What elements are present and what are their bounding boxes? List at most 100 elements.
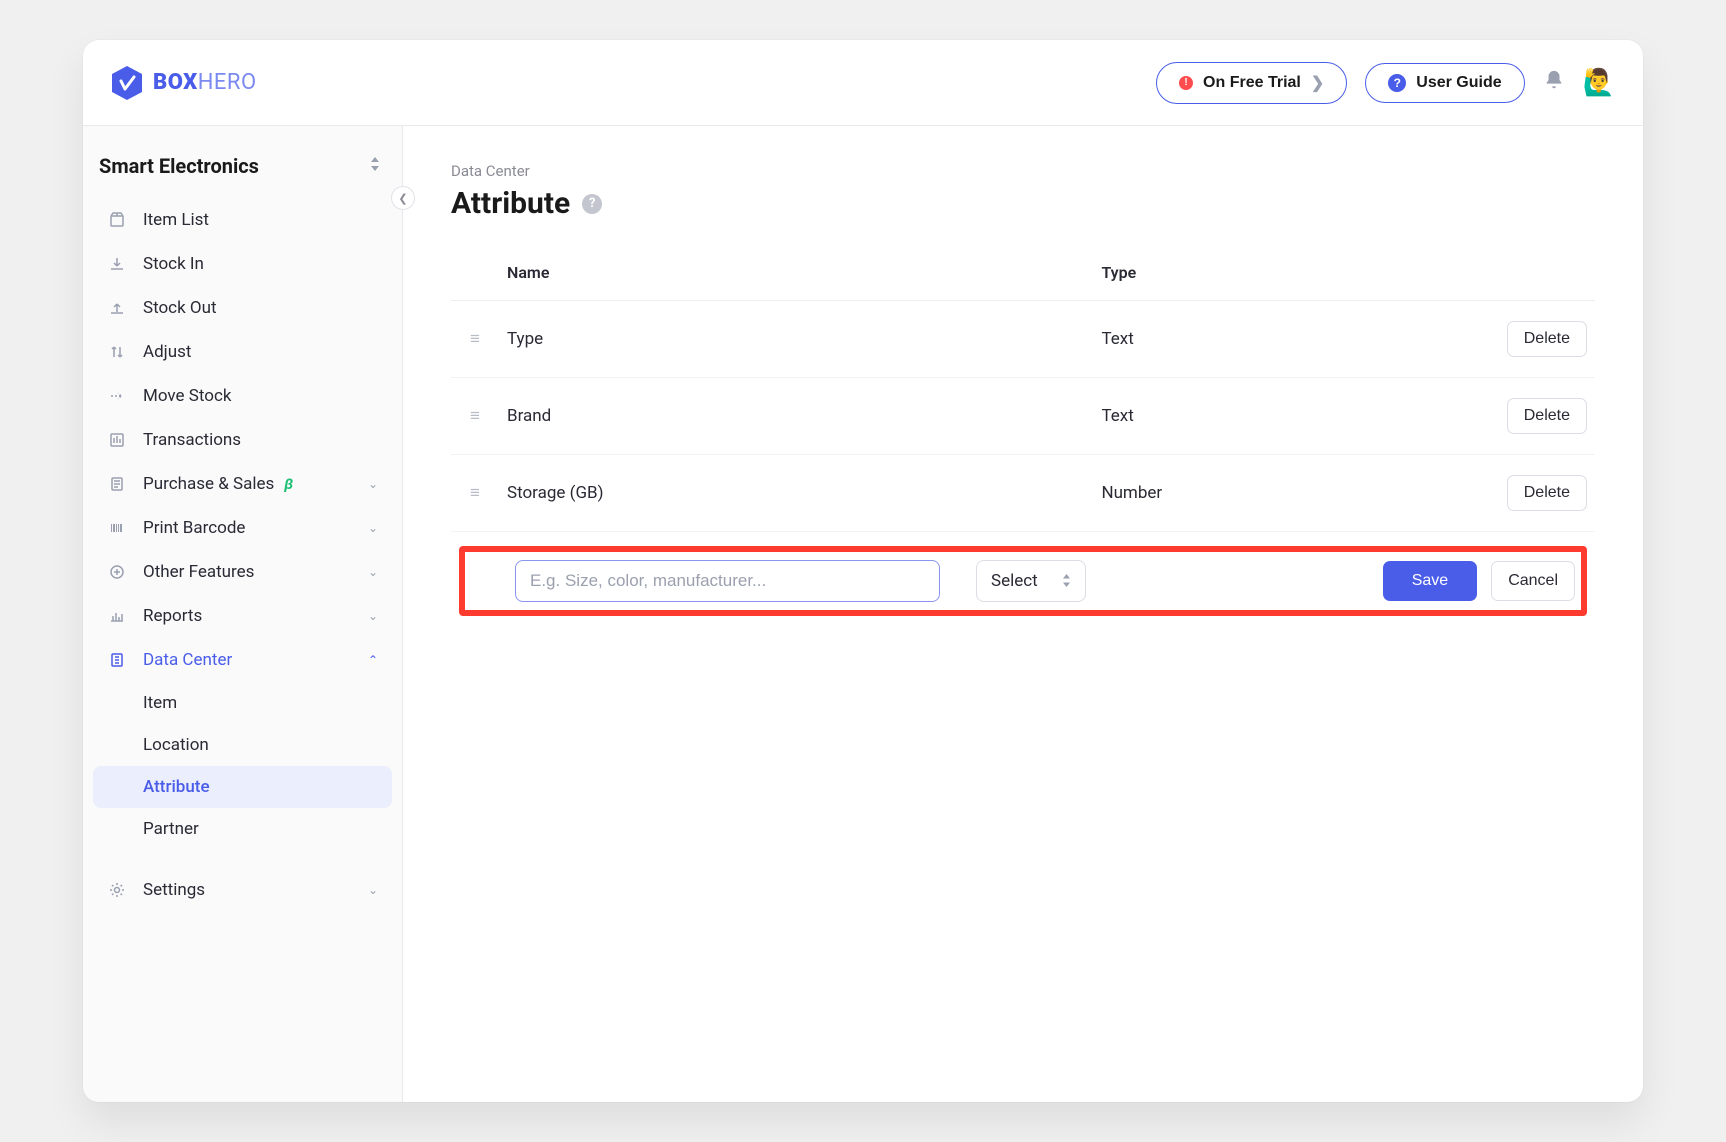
- table-row: ≡ Storage (GB) Number Delete: [451, 455, 1595, 532]
- drag-handle-icon[interactable]: ≡: [451, 378, 499, 455]
- help-icon: ?: [1388, 74, 1406, 92]
- sidebar-item-settings[interactable]: Settings ⌄: [93, 868, 392, 912]
- sidebar-item-purchase-sales[interactable]: Purchase & Sales β ⌄: [93, 462, 392, 506]
- sidebar-item-reports[interactable]: Reports ⌄: [93, 594, 392, 638]
- drag-handle-icon[interactable]: ≡: [451, 301, 499, 378]
- sidebar-item-data-center[interactable]: Data Center ⌃: [93, 638, 392, 682]
- sidebar-item-stock-in[interactable]: Stock In: [93, 242, 392, 286]
- sub-label: Location: [143, 735, 209, 755]
- sidebar-item-item-list[interactable]: Item List: [93, 198, 392, 242]
- team-selector[interactable]: Smart Electronics: [93, 148, 392, 198]
- new-row-inner: Select Save Cancel: [471, 560, 1575, 602]
- sidebar: Smart Electronics Item List Stock In Sto…: [83, 126, 403, 1102]
- attr-name: Brand: [499, 378, 1093, 455]
- col-actions: [1499, 251, 1595, 301]
- delete-button[interactable]: Delete: [1507, 321, 1587, 357]
- sidebar-sub-partner[interactable]: Partner: [93, 808, 392, 850]
- box-icon: [107, 212, 127, 228]
- sidebar-collapse-button[interactable]: ❮: [391, 186, 415, 210]
- attr-name: Type: [499, 301, 1093, 378]
- logo-text-bold: BOX: [153, 70, 198, 95]
- chevron-down-icon: ⌄: [368, 565, 378, 579]
- save-button[interactable]: Save: [1383, 561, 1477, 601]
- nav-label: Print Barcode: [143, 518, 245, 538]
- table-row: ≡ Brand Text Delete: [451, 378, 1595, 455]
- new-row-actions: Save Cancel: [1383, 561, 1575, 601]
- delete-button[interactable]: Delete: [1507, 475, 1587, 511]
- bell-icon[interactable]: [1543, 69, 1565, 97]
- arrow-right-icon: [107, 388, 127, 404]
- attr-type: Text: [1093, 378, 1498, 455]
- chevron-up-icon: ⌃: [368, 653, 378, 667]
- logo-icon: [111, 65, 143, 101]
- attr-name: Storage (GB): [499, 455, 1093, 532]
- select-caret-icon: [1062, 574, 1071, 589]
- sort-icon: [370, 157, 380, 175]
- nav-label: Settings: [143, 880, 205, 900]
- user-guide-label: User Guide: [1416, 74, 1501, 92]
- sub-label: Item: [143, 693, 177, 713]
- nav-label: Stock Out: [143, 298, 217, 318]
- app-window: BOXHERO ! On Free Trial ❯ ? User Guide 🙋…: [83, 40, 1643, 1102]
- drag-handle-icon[interactable]: ≡: [451, 455, 499, 532]
- attribute-type-select[interactable]: Select: [976, 560, 1086, 602]
- nav-label: Stock In: [143, 254, 204, 274]
- sidebar-item-move-stock[interactable]: Move Stock: [93, 374, 392, 418]
- upload-icon: [107, 300, 127, 316]
- attr-type: Number: [1093, 455, 1498, 532]
- select-label: Select: [991, 571, 1038, 591]
- sidebar-item-transactions[interactable]: Transactions: [93, 418, 392, 462]
- page-title-row: Attribute ?: [451, 186, 1595, 221]
- header: BOXHERO ! On Free Trial ❯ ? User Guide 🙋…: [83, 40, 1643, 126]
- user-guide-button[interactable]: ? User Guide: [1365, 63, 1524, 103]
- document-icon: [107, 476, 127, 492]
- chevron-right-icon: ❯: [1311, 73, 1324, 93]
- col-type: Type: [1093, 251, 1498, 301]
- nav-label: Move Stock: [143, 386, 231, 406]
- chevron-down-icon: ⌄: [368, 477, 378, 491]
- sidebar-item-other-features[interactable]: Other Features ⌄: [93, 550, 392, 594]
- nav-label: Transactions: [143, 430, 241, 450]
- chart-icon: [107, 608, 127, 624]
- new-attribute-row: Select Save Cancel: [451, 532, 1595, 637]
- table-row: ≡ Type Text Delete: [451, 301, 1595, 378]
- attr-type: Text: [1093, 301, 1498, 378]
- logo-text: BOXHERO: [153, 70, 257, 95]
- col-name: Name: [499, 251, 1093, 301]
- sidebar-sub-attribute[interactable]: Attribute: [93, 766, 392, 808]
- breadcrumb: Data Center: [451, 162, 1595, 180]
- delete-button[interactable]: Delete: [1507, 398, 1587, 434]
- sub-label: Partner: [143, 819, 199, 839]
- sidebar-sub-location[interactable]: Location: [93, 724, 392, 766]
- nav-label: Adjust: [143, 342, 191, 362]
- free-trial-label: On Free Trial: [1203, 74, 1301, 92]
- cancel-button[interactable]: Cancel: [1491, 561, 1575, 601]
- nav-label: Other Features: [143, 562, 254, 582]
- sidebar-item-adjust[interactable]: Adjust: [93, 330, 392, 374]
- plus-circle-icon: [107, 564, 127, 580]
- sidebar-item-stock-out[interactable]: Stock Out: [93, 286, 392, 330]
- highlight-box: Select Save Cancel: [459, 546, 1587, 616]
- team-name: Smart Electronics: [99, 154, 259, 178]
- attribute-table: Name Type ≡ Type Text Delete ≡ Brand: [451, 251, 1595, 636]
- attribute-name-input[interactable]: [515, 560, 940, 602]
- sidebar-sub-item[interactable]: Item: [93, 682, 392, 724]
- nav-label: Item List: [143, 210, 209, 230]
- free-trial-button[interactable]: ! On Free Trial ❯: [1156, 62, 1347, 104]
- page-title: Attribute: [451, 186, 570, 221]
- barcode-icon: [107, 520, 127, 536]
- chevron-down-icon: ⌄: [368, 521, 378, 535]
- avatar[interactable]: 🙋‍♂️: [1583, 68, 1615, 98]
- header-right: ! On Free Trial ❯ ? User Guide 🙋‍♂️: [1156, 62, 1615, 104]
- beta-badge: β: [284, 475, 293, 493]
- col-drag: [451, 251, 499, 301]
- logo[interactable]: BOXHERO: [111, 65, 257, 101]
- help-icon[interactable]: ?: [582, 194, 602, 214]
- nav-label: Reports: [143, 606, 202, 626]
- database-icon: [107, 652, 127, 668]
- gear-icon: [107, 882, 127, 898]
- chevron-down-icon: ⌄: [368, 609, 378, 623]
- download-icon: [107, 256, 127, 272]
- nav-label: Data Center: [143, 650, 232, 670]
- sidebar-item-print-barcode[interactable]: Print Barcode ⌄: [93, 506, 392, 550]
